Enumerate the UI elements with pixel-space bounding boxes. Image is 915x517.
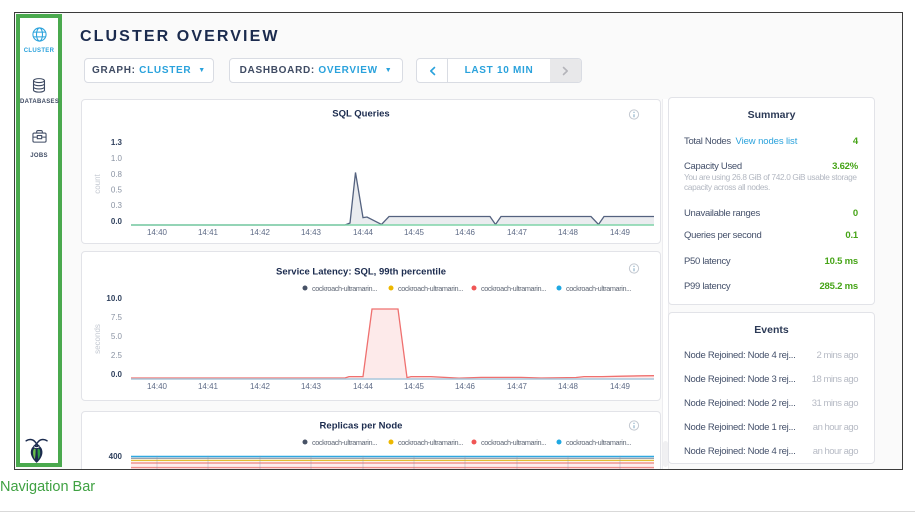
svg-text:14:49: 14:49 [610,228,631,237]
svg-text:0.0: 0.0 [111,370,123,379]
svg-text:0.3: 0.3 [111,201,123,210]
svg-text:14:44: 14:44 [353,228,374,237]
svg-text:cockroach-ultramarin...: cockroach-ultramarin... [566,284,631,293]
svg-text:SQL Queries: SQL Queries [332,109,389,120]
svg-text:1.3: 1.3 [111,138,123,147]
svg-text:cockroach-ultramarin...: cockroach-ultramarin... [481,284,546,293]
svg-text:14:40: 14:40 [147,228,168,237]
svg-text:cockroach-ultramarin...: cockroach-ultramarin... [566,438,631,447]
svg-text:14:47: 14:47 [507,382,528,391]
svg-text:cockroach-ultramarin...: cockroach-ultramarin... [312,438,377,447]
svg-text:14:41: 14:41 [198,228,219,237]
svg-text:cockroach-ultramarin...: cockroach-ultramarin... [312,284,377,293]
svg-text:14:40: 14:40 [147,382,168,391]
svg-text:7.5: 7.5 [111,313,123,322]
svg-text:seconds: seconds [93,324,102,354]
svg-text:14:42: 14:42 [250,382,271,391]
svg-text:5.0: 5.0 [111,332,123,341]
svg-text:14:42: 14:42 [250,228,271,237]
svg-text:cockroach-ultramarin...: cockroach-ultramarin... [398,284,463,293]
svg-text:1.0: 1.0 [111,154,123,163]
svg-text:14:45: 14:45 [404,382,425,391]
svg-text:14:41: 14:41 [198,382,219,391]
svg-text:0.8: 0.8 [111,170,123,179]
svg-text:14:44: 14:44 [353,382,374,391]
svg-text:Service Latency: SQL, 99th per: Service Latency: SQL, 99th percentile [276,267,446,278]
svg-text:Replicas per Node: Replicas per Node [320,421,403,432]
svg-text:0.5: 0.5 [111,186,123,195]
svg-text:cockroach-ultramarin...: cockroach-ultramarin... [481,438,546,447]
svg-text:14:47: 14:47 [507,228,528,237]
svg-text:14:46: 14:46 [455,382,476,391]
svg-text:14:46: 14:46 [455,228,476,237]
svg-text:14:43: 14:43 [301,228,322,237]
svg-text:count: count [93,173,102,193]
svg-text:14:45: 14:45 [404,228,425,237]
svg-text:14:49: 14:49 [610,382,631,391]
svg-text:400: 400 [109,452,123,461]
svg-text:2.5: 2.5 [111,351,123,360]
svg-text:cockroach-ultramarin...: cockroach-ultramarin... [398,438,463,447]
svg-text:0.0: 0.0 [111,217,123,226]
svg-text:14:48: 14:48 [558,228,579,237]
svg-text:14:48: 14:48 [558,382,579,391]
svg-text:14:43: 14:43 [301,382,322,391]
svg-text:10.0: 10.0 [106,294,122,303]
